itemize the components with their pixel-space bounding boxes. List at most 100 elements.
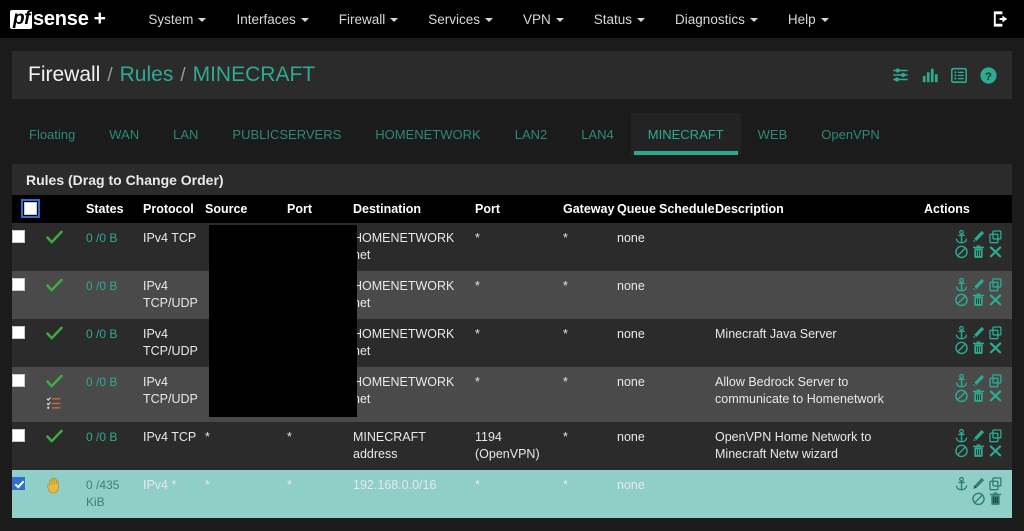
col-queue: Queue [617,195,659,223]
nav-item-status[interactable]: Status [579,4,660,35]
edit-pencil-icon[interactable] [972,278,985,292]
block-icon[interactable] [955,341,968,355]
tab-web[interactable]: WEB [741,113,805,155]
tab-homenetwork[interactable]: HOMENETWORK [358,113,497,155]
nav-item-vpn[interactable]: VPN [508,4,579,35]
block-icon[interactable] [972,492,985,506]
rule-source-port: * [287,430,292,444]
remove-x-icon[interactable] [989,389,1002,403]
row-select-checkbox[interactable] [12,326,25,339]
tab-lan2[interactable]: LAN2 [498,113,565,155]
row-select-checkbox[interactable] [12,429,25,442]
delete-trash-icon[interactable] [972,245,985,259]
tab-floating[interactable]: Floating [12,113,92,155]
delete-trash-icon[interactable] [989,492,1002,506]
breadcrumb-rules[interactable]: Rules [120,63,174,87]
breadcrumb-minecraft[interactable]: MINECRAFT [193,63,316,87]
pfsense-logo[interactable]: pf sense + [10,7,106,31]
anchor-icon[interactable] [955,429,968,443]
col-destination: Destination [353,195,475,223]
rule-protocol: IPv4 TCP [143,231,197,245]
remove-x-icon[interactable] [989,444,1002,458]
row-select-checkbox[interactable] [12,278,25,291]
tab-publicservers[interactable]: PUBLICSERVERS [215,113,358,155]
pass-check-icon[interactable] [46,230,63,250]
edit-pencil-icon[interactable] [972,477,985,491]
pass-check-icon[interactable] [46,429,63,449]
rule-destination: 192.168.0.0/16 [353,478,437,492]
copy-icon[interactable] [989,477,1002,491]
nav-item-firewall[interactable]: Firewall [324,4,414,35]
pass-check-icon[interactable] [46,374,63,394]
anchor-icon[interactable] [955,477,968,491]
delete-trash-icon[interactable] [972,341,985,355]
table-row[interactable]: 0 /0 B IPv4 TCP/UDP HOMENETWORK net * * none [12,271,1012,321]
delete-trash-icon[interactable] [972,444,985,458]
tab-openvpn[interactable]: OpenVPN [804,113,897,155]
table-row[interactable]: 0 /0 B IPv4 TCP HOMENETWORK net * * none [12,223,1012,273]
chevron-down-icon [300,17,309,22]
select-all-checkbox[interactable] [21,199,40,218]
row-select-checkbox[interactable] [12,374,25,387]
pass-check-icon[interactable] [46,326,63,346]
rule-actions [924,319,1012,367]
nav-item-help[interactable]: Help [773,4,844,35]
table-row[interactable]: 0 /0 B IPv4 TCP/UDP HOMENETWORK net * * none… [12,367,1012,422]
bar-chart-icon[interactable] [921,66,939,84]
edit-pencil-icon[interactable] [972,326,985,340]
row-select-checkbox[interactable] [12,477,25,490]
anchor-icon[interactable] [955,374,968,388]
remove-x-icon[interactable] [989,341,1002,355]
rule-dest-port: * [475,327,480,341]
tab-wan[interactable]: WAN [92,113,156,155]
rule-states: 0 /0 B [86,231,118,245]
tab-lan[interactable]: LAN [156,113,215,155]
anchor-icon[interactable] [955,326,968,340]
block-icon[interactable] [955,293,968,307]
nav-item-interfaces[interactable]: Interfaces [221,4,323,35]
delete-trash-icon[interactable] [972,293,985,307]
pass-check-icon[interactable] [46,278,63,298]
table-row[interactable]: 0 /435 KiB IPv4 * * * 192.168.0.0/16 * * none [12,470,1012,518]
rule-queue: none [617,430,645,444]
remove-x-icon[interactable] [989,245,1002,259]
logout-icon[interactable] [991,10,1010,29]
table-row[interactable]: 0 /0 B IPv4 TCP/UDP HOMENETWORK net * * none… [12,319,1012,369]
tab-lan4[interactable]: LAN4 [564,113,631,155]
nav-item-system[interactable]: System [133,4,221,35]
block-icon[interactable] [955,444,968,458]
delete-trash-icon[interactable] [972,389,985,403]
edit-pencil-icon[interactable] [972,429,985,443]
reject-hand-icon[interactable] [46,477,62,499]
list-table-icon[interactable] [950,66,968,84]
tab-label: LAN4 [581,126,614,142]
anchor-icon[interactable] [955,278,968,292]
copy-icon[interactable] [989,230,1002,244]
copy-icon[interactable] [989,374,1002,388]
edit-pencil-icon[interactable] [972,374,985,388]
edit-pencil-icon[interactable] [972,230,985,244]
chevron-down-icon [555,17,564,22]
rule-protocol: IPv4 * [143,478,177,492]
nav-item-services[interactable]: Services [413,4,508,35]
block-icon[interactable] [955,389,968,403]
page-header: Firewall / Rules / MINECRAFT ? [12,51,1012,99]
rule-schedule [659,422,715,470]
block-icon[interactable] [955,245,968,259]
rule-destination: HOMENETWORK net [353,279,455,310]
copy-icon[interactable] [989,278,1002,292]
logo-pf-text: pf [10,9,32,29]
help-circle-icon[interactable]: ? [979,66,998,85]
copy-icon[interactable] [989,326,1002,340]
table-row[interactable]: 0 /0 B IPv4 TCP * * MINECRAFT address 1194 (O… [12,422,1012,470]
row-select-checkbox[interactable] [12,230,25,243]
sliders-icon[interactable] [891,66,910,84]
copy-icon[interactable] [989,429,1002,443]
rule-queue: none [617,231,645,245]
remove-x-icon[interactable] [989,293,1002,307]
nav-item-diagnostics[interactable]: Diagnostics [660,4,773,35]
anchor-icon[interactable] [955,230,968,244]
rule-actions [924,422,1012,470]
tab-minecraft[interactable]: MINECRAFT [630,113,741,155]
table-header: States Protocol Source Port Destination … [12,195,1012,223]
